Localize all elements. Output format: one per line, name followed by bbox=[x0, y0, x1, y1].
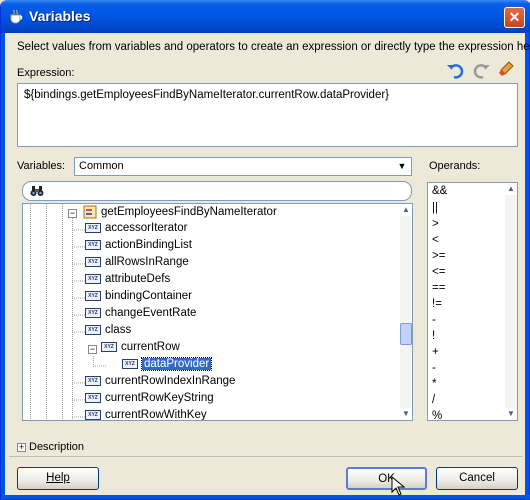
variable-icon: XYZ bbox=[85, 239, 101, 250]
operand-item[interactable]: % bbox=[432, 410, 442, 420]
collapse-icon[interactable]: − bbox=[68, 209, 77, 218]
instruction-text: Select values from variables and operato… bbox=[17, 41, 530, 53]
tree-item[interactable]: XYZ currentRow bbox=[101, 341, 180, 358]
operand-item[interactable]: || bbox=[432, 202, 438, 214]
variable-icon: XYZ bbox=[85, 375, 101, 386]
tree-item-label: getEmployeesFindByNameIterator bbox=[101, 206, 277, 219]
tree-item[interactable]: XYZ bindingContainer bbox=[85, 290, 192, 307]
operand-item[interactable]: < bbox=[432, 234, 439, 246]
redo-icon[interactable] bbox=[473, 61, 491, 79]
operand-item[interactable]: / bbox=[432, 394, 435, 406]
description-toggle[interactable]: Description bbox=[29, 441, 84, 453]
collapse-icon[interactable]: − bbox=[88, 345, 97, 354]
operands-scrollbar[interactable]: ▲ ▼ bbox=[505, 183, 517, 420]
operand-item[interactable]: == bbox=[432, 282, 445, 294]
expand-icon[interactable]: + bbox=[17, 443, 26, 452]
tree-item-label: bindingContainer bbox=[105, 290, 192, 302]
operand-item[interactable]: >= bbox=[432, 250, 445, 262]
operand-item[interactable]: + bbox=[432, 346, 439, 358]
cancel-button[interactable]: Cancel bbox=[436, 467, 518, 490]
tree-item[interactable]: XYZ attributeDefs bbox=[85, 273, 170, 290]
tree-item-label: attributeDefs bbox=[105, 273, 171, 285]
tree-item-label: dataProvider bbox=[140, 357, 213, 371]
scroll-down-icon[interactable]: ▼ bbox=[505, 408, 517, 420]
window-icon bbox=[10, 9, 23, 24]
tree-item[interactable]: XYZ allRowsInRange bbox=[85, 256, 189, 273]
tree-item[interactable]: XYZ accessorIterator bbox=[85, 222, 187, 239]
cancel-label: Cancel bbox=[459, 472, 495, 484]
variable-icon: XYZ bbox=[85, 307, 101, 318]
tree-item-label: class bbox=[105, 324, 132, 336]
tree-item[interactable]: XYZ class bbox=[85, 324, 131, 341]
tree-item[interactable]: XYZ changeEventRate bbox=[85, 307, 196, 324]
close-button[interactable]: ✕ bbox=[504, 7, 525, 28]
variable-icon: XYZ bbox=[85, 273, 101, 284]
operand-item[interactable]: && bbox=[432, 185, 447, 197]
variable-icon: XYZ bbox=[101, 341, 117, 352]
tree-item-label: allRowsInRange bbox=[105, 256, 189, 268]
operand-item[interactable]: <= bbox=[432, 266, 445, 278]
clear-icon[interactable] bbox=[497, 60, 515, 78]
tree-item[interactable]: XYZ currentRowIndexInRange bbox=[85, 375, 235, 392]
tree-item-label: currentRow bbox=[121, 341, 180, 353]
scroll-up-icon[interactable]: ▲ bbox=[400, 204, 412, 216]
variables-tree: − getEmployeesFindByNameIterator XYZ acce… bbox=[22, 203, 413, 421]
tree-item-label: currentRowIndexInRange bbox=[105, 375, 236, 387]
variable-icon: XYZ bbox=[85, 222, 101, 233]
operand-item[interactable]: > bbox=[432, 218, 439, 230]
tree-item-label: changeEventRate bbox=[105, 307, 197, 319]
tree-item-label: currentRowKeyString bbox=[105, 392, 214, 404]
binoculars-icon bbox=[30, 186, 44, 196]
variable-icon: XYZ bbox=[85, 256, 101, 267]
variable-icon: XYZ bbox=[85, 409, 101, 420]
scroll-up-icon[interactable]: ▲ bbox=[505, 183, 517, 195]
chevron-down-icon[interactable]: ▼ bbox=[394, 159, 410, 174]
operand-item[interactable]: != bbox=[432, 298, 442, 310]
mouse-cursor-icon bbox=[391, 476, 405, 496]
title-bar: Variables ✕ bbox=[1, 0, 530, 33]
variables-dialog: Variables ✕ Select values from variables… bbox=[0, 0, 530, 500]
separator bbox=[9, 456, 523, 457]
variable-icon: XYZ bbox=[85, 392, 101, 403]
variables-combo[interactable]: Common ▼ bbox=[74, 157, 412, 176]
operand-item[interactable]: * bbox=[432, 378, 436, 390]
help-label: Help bbox=[46, 472, 70, 484]
operands-list: && || > < >= <= == != - ! + - * / % ▲ ▼ bbox=[427, 182, 518, 421]
expression-field[interactable]: ${bindings.getEmployeesFindByNameIterato… bbox=[17, 83, 518, 147]
tree-scrollbar[interactable]: ▲ ▼ bbox=[400, 204, 412, 420]
variable-icon: XYZ bbox=[85, 290, 101, 301]
tree-item[interactable]: getEmployeesFindByNameIterator bbox=[83, 205, 277, 222]
variable-icon: XYZ bbox=[85, 324, 101, 335]
tree-item-label: actionBindingList bbox=[105, 239, 192, 251]
variables-selected: Common bbox=[79, 160, 124, 172]
window-title: Variables bbox=[29, 8, 91, 24]
help-button[interactable]: Help bbox=[17, 467, 99, 490]
operand-item[interactable]: - bbox=[432, 362, 436, 374]
scroll-thumb[interactable] bbox=[400, 323, 412, 345]
expression-label: Expression: bbox=[17, 67, 75, 79]
iterator-icon bbox=[83, 205, 97, 219]
operand-item[interactable]: ! bbox=[432, 330, 435, 342]
tree-item[interactable]: XYZ currentRowKeyString bbox=[85, 392, 214, 409]
operand-item[interactable]: - bbox=[432, 314, 436, 326]
expression-value: ${bindings.getEmployeesFindByNameIterato… bbox=[24, 89, 390, 101]
variables-label: Variables: bbox=[17, 160, 66, 172]
tree-item[interactable]: XYZ actionBindingList bbox=[85, 239, 192, 256]
tree-item-label: currentRowWithKey bbox=[105, 409, 207, 421]
search-field[interactable] bbox=[22, 181, 412, 201]
operands-label: Operands: bbox=[429, 160, 481, 172]
tree-item-selected[interactable]: XYZ dataProvider bbox=[122, 357, 213, 375]
scroll-down-icon[interactable]: ▼ bbox=[400, 408, 412, 420]
undo-icon[interactable] bbox=[446, 61, 464, 79]
ok-button[interactable]: OK bbox=[346, 467, 427, 490]
tree-item-label: accessorIterator bbox=[105, 222, 188, 234]
tree-item[interactable]: XYZ currentRowWithKey bbox=[85, 409, 207, 421]
variable-icon: XYZ bbox=[122, 358, 138, 369]
